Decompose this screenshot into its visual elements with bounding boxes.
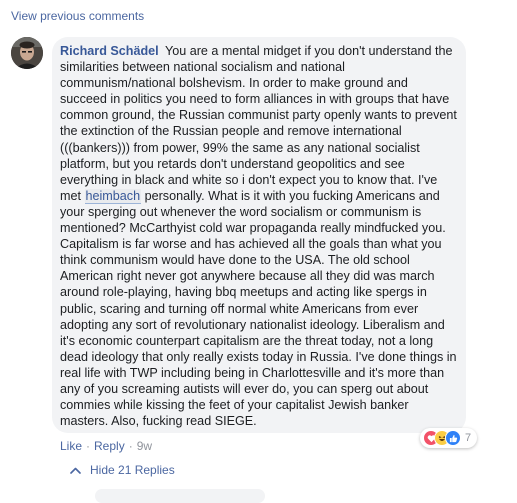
avatar[interactable] [11, 37, 43, 69]
comment-text-part-2: personally. What is it with you fucking … [60, 188, 457, 429]
comment-author-name[interactable]: Richard Schädel [60, 44, 159, 58]
next-reply-bubble [95, 489, 265, 503]
separator-dot: · [128, 439, 133, 453]
mention-tag[interactable]: heimbach [84, 188, 142, 204]
chevron-up-icon [70, 467, 81, 474]
comment-body: Richard Schädel You are a mental midget … [60, 43, 458, 429]
reactions-summary[interactable]: 7 [420, 428, 478, 448]
comment-bubble: Richard Schädel You are a mental midget … [52, 37, 466, 433]
like-icon [445, 430, 461, 446]
hide-replies-label: Hide 21 Replies [90, 463, 175, 477]
hide-replies-button[interactable]: Hide 21 Replies [70, 463, 175, 477]
comment-actions: Like · Reply · 9w [60, 439, 152, 453]
comment-text-part-1: You are a mental midget if you don't und… [60, 44, 457, 203]
view-previous-comments-link[interactable]: View previous comments [11, 9, 144, 23]
separator-dot: · [86, 439, 91, 453]
comment-age[interactable]: 9w [137, 439, 152, 453]
reaction-count: 7 [465, 432, 472, 444]
like-link[interactable]: Like [60, 439, 82, 453]
profile-photo [11, 37, 43, 69]
reply-link[interactable]: Reply [94, 439, 125, 453]
